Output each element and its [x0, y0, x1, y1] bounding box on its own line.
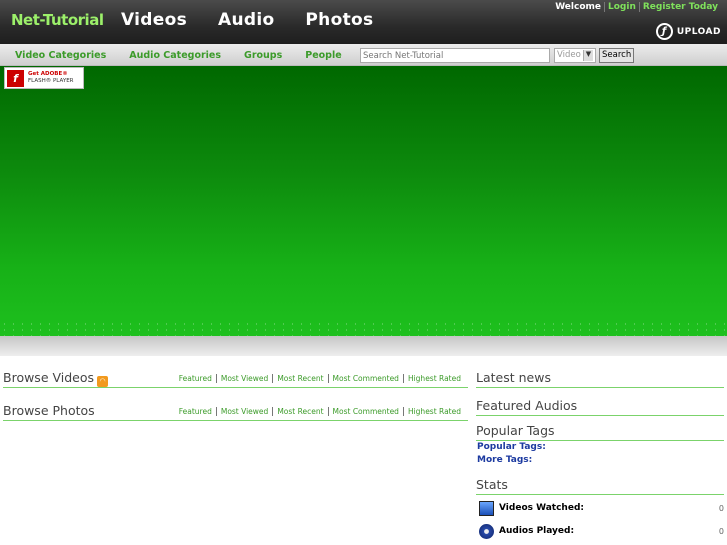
browse-videos-section: Browse Videos ◠ Featured Most Viewed Most…: [3, 367, 468, 388]
main-nav: Videos Audio Photos: [121, 10, 404, 30]
flash-icon: f: [7, 69, 24, 87]
stat-value: 0: [718, 503, 724, 513]
tab-most-viewed[interactable]: Most Viewed: [215, 374, 272, 383]
browse-photos-title: Browse Photos: [3, 403, 95, 418]
popular-tags-link[interactable]: Popular Tags:: [477, 442, 546, 452]
tab-most-commented[interactable]: Most Commented: [327, 374, 403, 383]
search-type-value: Video: [557, 50, 581, 60]
rss-icon[interactable]: ◠: [97, 376, 109, 387]
user-links: Welcome Login Register Today: [552, 2, 721, 12]
site-logo[interactable]: Net-Tutorial: [11, 11, 104, 29]
tab-most-commented[interactable]: Most Commented: [327, 407, 403, 416]
flash-text: Get ADOBE® FLASH® PLAYER: [28, 71, 74, 84]
browse-videos-tabs: Featured Most Viewed Most Recent Most Co…: [175, 374, 465, 383]
tab-most-recent[interactable]: Most Recent: [272, 407, 327, 416]
tab-featured[interactable]: Featured: [175, 374, 216, 383]
browse-photos-section: Browse Photos Featured Most Viewed Most …: [3, 400, 468, 421]
upload-icon: ƒ: [655, 23, 673, 40]
stat-videos-watched: Videos Watched: 0: [479, 499, 724, 517]
latest-news-heading: Latest news: [476, 370, 724, 388]
stat-value: 0: [718, 526, 724, 536]
sub-nav-bar: Video Categories Audio Categories Groups…: [0, 44, 727, 66]
subnav-video-categories[interactable]: Video Categories: [15, 50, 106, 61]
upload-label: UPLOAD: [676, 26, 721, 37]
tab-featured[interactable]: Featured: [175, 407, 216, 416]
player-base: [0, 336, 727, 356]
stats-heading: Stats: [476, 477, 724, 495]
subnav-audio-categories[interactable]: Audio Categories: [129, 50, 221, 61]
upload-button[interactable]: ƒ UPLOAD: [655, 23, 721, 40]
stat-label: Videos Watched:: [499, 503, 584, 513]
search-form: Video ▼ Search: [360, 48, 635, 63]
welcome-text: Welcome: [555, 2, 601, 12]
monitor-icon: [479, 500, 494, 516]
browse-videos-title: Browse Videos ◠: [3, 370, 109, 387]
login-link[interactable]: Login: [604, 2, 639, 12]
popular-tags-heading: Popular Tags: [476, 423, 724, 441]
sub-nav: Video Categories Audio Categories Groups…: [15, 50, 365, 61]
stat-audios-played: Audios Played: 0: [479, 522, 724, 540]
nav-videos[interactable]: Videos: [121, 10, 187, 30]
nav-audio[interactable]: Audio: [218, 10, 274, 30]
register-link[interactable]: Register Today: [638, 2, 721, 12]
tab-highest-rated[interactable]: Highest Rated: [402, 374, 465, 383]
more-tags-link[interactable]: More Tags:: [477, 455, 532, 465]
nav-photos[interactable]: Photos: [305, 10, 373, 30]
tab-most-viewed[interactable]: Most Viewed: [215, 407, 272, 416]
search-type-select[interactable]: Video ▼: [554, 48, 596, 63]
subnav-groups[interactable]: Groups: [244, 50, 282, 61]
search-button[interactable]: Search: [599, 48, 635, 63]
tab-highest-rated[interactable]: Highest Rated: [402, 407, 465, 416]
video-player[interactable]: [0, 66, 727, 341]
featured-audios-heading: Featured Audios: [476, 398, 724, 416]
search-input[interactable]: [360, 48, 550, 63]
get-flash-badge[interactable]: f Get ADOBE® FLASH® PLAYER: [4, 67, 84, 89]
browse-photos-tabs: Featured Most Viewed Most Recent Most Co…: [175, 407, 465, 416]
tab-most-recent[interactable]: Most Recent: [272, 374, 327, 383]
top-header: Net-Tutorial Videos Audio Photos Welcome…: [0, 0, 727, 44]
stat-label: Audios Played:: [499, 526, 575, 536]
disc-icon: [479, 523, 494, 539]
subnav-people[interactable]: People: [305, 50, 341, 61]
chevron-down-icon: ▼: [583, 50, 593, 61]
